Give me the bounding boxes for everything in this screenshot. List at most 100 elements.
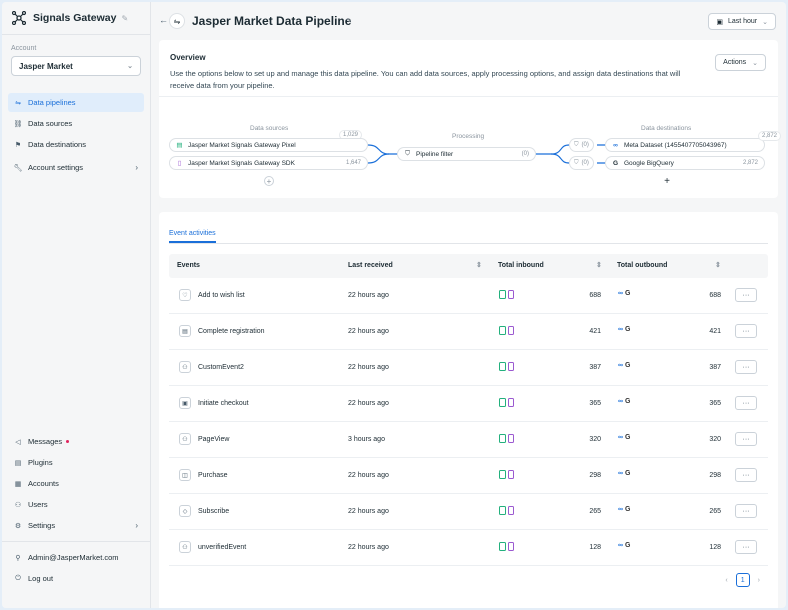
nav-item-plugins[interactable]: ▤ Plugins — [8, 453, 144, 472]
google-icon: G — [625, 506, 631, 513]
power-icon: ⏻ — [15, 574, 21, 582]
outbound-destination-icons: ∞ G — [618, 326, 630, 333]
time-range-select[interactable]: ▣ Last hour ⌄ — [708, 13, 776, 30]
pixel-source-icon — [499, 362, 506, 371]
megaphone-icon: ◁ — [15, 438, 21, 446]
table-row[interactable]: ⚇ unverifiedEvent 22 hours ago 128 ∞ G 128 ··· — [169, 530, 768, 566]
event-name: unverifiedEvent — [198, 544, 247, 551]
nav-item-label: Users — [28, 500, 48, 509]
pixel-source-icon — [499, 290, 506, 299]
inbound-source-icons — [499, 470, 514, 479]
chevron-right-icon: › — [135, 163, 138, 172]
nav-item-messages[interactable]: ◁ Messages — [8, 432, 144, 451]
nav-item-account-settings[interactable]: 🔧︎ Account settings › — [8, 158, 144, 177]
form-icon: ▤ — [179, 325, 191, 337]
pixel-source-icon — [499, 398, 506, 407]
more-options-button[interactable]: ··· — [735, 432, 757, 446]
event-last-received: 22 hours ago — [348, 400, 389, 407]
table-row[interactable]: ▣ Initiate checkout 22 hours ago 365 ∞ G 365 ··… — [169, 386, 768, 422]
divider — [159, 96, 778, 97]
user-account[interactable]: ⚲ Admin@JasperMarket.com — [8, 548, 144, 567]
sdk-source-icon — [508, 290, 514, 299]
event-name: CustomEvent2 — [198, 364, 244, 371]
event-outbound: 298 — [709, 472, 721, 479]
nav-item-data-sources[interactable]: ⛓ Data sources — [8, 114, 144, 133]
col-last-received[interactable]: Last received — [348, 262, 393, 269]
chevron-down-icon: ⌄ — [752, 59, 758, 67]
nav-item-label: Accounts — [28, 479, 59, 488]
processing-node[interactable]: ⛉ Pipeline filter (0) — [397, 147, 536, 161]
edit-icon[interactable]: ✎ — [346, 17, 352, 25]
table-row[interactable]: ▤ Complete registration 22 hours ago 421 ∞ G 4… — [169, 314, 768, 350]
nav-item-settings[interactable]: ⚙ Settings › — [8, 516, 144, 535]
event-outbound: 421 — [709, 328, 721, 335]
table-row[interactable]: ◇ Subscribe 22 hours ago 265 ∞ G 265 ··· — [169, 494, 768, 530]
more-options-button[interactable]: ··· — [735, 396, 757, 410]
col-total-outbound[interactable]: Total outbound — [617, 262, 667, 269]
table-row[interactable]: ◫ Purchase 22 hours ago 298 ∞ G 298 ··· — [169, 458, 768, 494]
destinations-total-count: 2,872 — [758, 131, 782, 141]
brand: Signals Gateway ✎ — [2, 2, 150, 34]
event-last-received: 22 hours ago — [348, 544, 389, 551]
event-inbound: 688 — [589, 292, 601, 299]
checkout-icon: ▣ — [179, 397, 191, 409]
sort-icon[interactable]: ⇕ — [715, 261, 721, 269]
sdk-source-icon — [508, 362, 514, 371]
table-row[interactable]: ♡ Add to wish list 22 hours ago 688 ∞ G 688 ··· — [169, 278, 768, 314]
nav-item-label: Messages — [28, 437, 63, 446]
google-icon: G — [612, 159, 619, 167]
google-icon: G — [625, 290, 631, 297]
sort-icon[interactable]: ⇕ — [476, 261, 482, 269]
chevron-left-icon[interactable]: ‹ — [725, 577, 727, 584]
col-total-inbound[interactable]: Total inbound — [498, 262, 544, 269]
more-options-button[interactable]: ··· — [735, 324, 757, 338]
source-name: Jasper Market Signals Gateway Pixel — [188, 141, 296, 149]
chevron-right-icon[interactable]: › — [758, 577, 760, 584]
bag-icon: ◫ — [179, 469, 191, 481]
actions-button[interactable]: Actions ⌄ — [715, 54, 766, 71]
source-node-sdk[interactable]: ▯ Jasper Market Signals Gateway SDK 1,64… — [169, 156, 368, 170]
destination-node-meta[interactable]: ∞ Meta Dataset (1455407705043967) — [605, 138, 765, 152]
tab-event-activities[interactable]: Event activities — [169, 230, 216, 237]
logout-button[interactable]: ⏻ Log out — [8, 569, 144, 588]
destination-node-bigquery[interactable]: G Google BigQuery 2,872 — [605, 156, 765, 170]
more-options-button[interactable]: ··· — [735, 540, 757, 554]
destination-filter-chip[interactable]: ⛉ (0) — [569, 156, 594, 170]
flag-icon: ⚑ — [14, 141, 22, 149]
event-outbound: 128 — [709, 544, 721, 551]
event-outbound: 265 — [709, 508, 721, 515]
main-content: ← ⇋ Jasper Market Data Pipeline ✎ ▣ Last… — [151, 2, 786, 608]
account-selected: Jasper Market — [19, 61, 73, 71]
more-options-button[interactable]: ··· — [735, 468, 757, 482]
meta-icon: ∞ — [618, 290, 623, 297]
more-options-button[interactable]: ··· — [735, 360, 757, 374]
table-header: Events Last received ⇕ Total inbound ⇕ T… — [169, 254, 768, 278]
pixel-source-icon — [499, 470, 506, 479]
sort-icon[interactable]: ⇕ — [596, 261, 602, 269]
edit-icon[interactable]: ✎ — [121, 14, 128, 23]
nav-item-data-pipelines[interactable]: ⇋ Data pipelines — [8, 93, 144, 112]
page-number[interactable]: 1 — [735, 573, 750, 587]
back-arrow-icon[interactable]: ← — [159, 15, 168, 25]
table-row[interactable]: ⚇ CustomEvent2 22 hours ago 387 ∞ G 387 ··· — [169, 350, 768, 386]
event-inbound: 320 — [589, 436, 601, 443]
pixel-source-icon: ▤ — [176, 142, 183, 149]
event-outbound: 688 — [709, 292, 721, 299]
event-name: Complete registration — [198, 328, 265, 335]
source-node-pixel[interactable]: ▤ Jasper Market Signals Gateway Pixel — [169, 138, 368, 152]
nav-item-data-destinations[interactable]: ⚑ Data destinations — [8, 135, 144, 154]
outbound-destination-icons: ∞ G — [618, 362, 630, 369]
more-options-button[interactable]: ··· — [735, 288, 757, 302]
account-select[interactable]: Jasper Market ⌄ — [11, 56, 141, 76]
destination-filter-chip[interactable]: ⛉ (0) — [569, 138, 594, 152]
pipeline-connectors — [354, 139, 605, 164]
sidebar: Signals Gateway ✎ Account Jasper Market … — [2, 2, 151, 608]
more-options-button[interactable]: ··· — [735, 504, 757, 518]
event-last-received: 22 hours ago — [348, 328, 389, 335]
inbound-source-icons — [499, 434, 514, 443]
nav-item-users[interactable]: ⚇ Users — [8, 495, 144, 514]
add-destination-button[interactable]: + — [662, 176, 672, 187]
nav-item-accounts[interactable]: ▦ Accounts — [8, 474, 144, 493]
add-source-button[interactable]: + — [264, 176, 274, 186]
table-row[interactable]: ⚇ PageView 3 hours ago 320 ∞ G 320 ··· — [169, 422, 768, 458]
